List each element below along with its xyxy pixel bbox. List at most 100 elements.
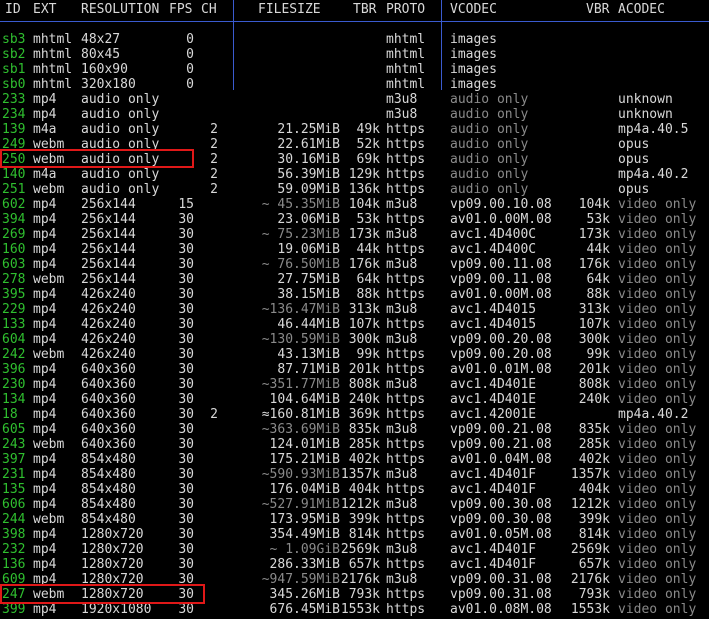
table-header: ID EXT RESOLUTION FPS CH FILESIZE TBR PR…: [0, 2, 709, 17]
table-row: 134 mp4 640x360 30 104.64MiB 240k https avc1.4D…: [0, 392, 709, 407]
cell-acodec: mp4a.40.2: [618, 407, 689, 422]
cell-tbr: 285k: [348, 437, 380, 452]
cell-res: 256x144: [81, 197, 136, 212]
cell-proto: https: [386, 317, 426, 332]
cell-res: 80x45: [81, 47, 121, 62]
table-row: 229 mp4 426x240 30 ~136.47MiB 313k m3u8 avc1.4D…: [0, 302, 709, 317]
cell-res: 640x360: [81, 407, 136, 422]
table-row: 397 mp4 854x480 30 175.21MiB 402k https av01.0.…: [0, 452, 709, 467]
cell-proto: https: [386, 527, 426, 542]
table-row: 243 webm 640x360 30 124.01MiB 285k https vp09.0…: [0, 437, 709, 452]
cell-ch: 2: [210, 152, 218, 167]
cell-proto: https: [386, 437, 426, 452]
cell-fps: 0: [186, 77, 194, 92]
cell-ext: mp4: [33, 332, 57, 347]
cell-proto: https: [386, 407, 426, 422]
header-proto: PROTO: [386, 2, 426, 17]
cell-fps: 30: [178, 482, 194, 497]
cell-vbr: 201k: [578, 362, 610, 377]
cell-id: 396: [2, 362, 26, 377]
cell-tbr: 173k: [348, 227, 380, 242]
cell-size: ~ 75.23MiB: [261, 227, 340, 242]
cell-id: 606: [2, 497, 26, 512]
terminal-window: ID EXT RESOLUTION FPS CH FILESIZE TBR PR…: [0, 0, 709, 619]
cell-vbr: 53k: [586, 212, 610, 227]
cell-vcodec: av01.0.00M.08: [450, 287, 552, 302]
header-ext: EXT: [33, 2, 57, 17]
cell-fps: 30: [178, 332, 194, 347]
cell-ext: mp4: [33, 527, 57, 542]
cell-proto: https: [386, 272, 426, 287]
cell-ext: mp4: [33, 362, 57, 377]
cell-proto: https: [386, 122, 426, 137]
table-row: 606 mp4 854x480 30 ~527.91MiB 1212k m3u8 vp09.0…: [0, 497, 709, 512]
cell-tbr: 369k: [348, 407, 380, 422]
cell-tbr: 402k: [348, 452, 380, 467]
table-row: 160 mp4 256x144 30 19.06MiB 44k https avc1.4D40…: [0, 242, 709, 257]
cell-id: 605: [2, 422, 26, 437]
table-row: 233 mp4 audio only m3u8 audio only unknown: [0, 92, 709, 107]
table-row: 395 mp4 426x240 30 38.15MiB 88k https av01.0.00…: [0, 287, 709, 302]
cell-vbr: 64k: [586, 272, 610, 287]
cell-id: 135: [2, 482, 26, 497]
cell-size: 345.26MiB: [269, 587, 340, 602]
cell-id: sb2: [2, 47, 26, 62]
cell-fps: 30: [178, 467, 194, 482]
cell-tbr: 1357k: [340, 467, 380, 482]
cell-ext: mp4: [33, 542, 57, 557]
table-row: 602 mp4 256x144 15 ~ 45.35MiB 104k m3u8 vp09.00…: [0, 197, 709, 212]
cell-acodec: opus: [618, 137, 650, 152]
cell-res: 854x480: [81, 482, 136, 497]
cell-size: 30.16MiB: [277, 152, 340, 167]
cell-vcodec: audio only: [450, 167, 529, 182]
cell-ext: mp4: [33, 482, 57, 497]
cell-ext: mhtml: [33, 62, 73, 77]
cell-res: 640x360: [81, 392, 136, 407]
cell-res: 1920x1080: [81, 602, 152, 617]
cell-ext: mp4: [33, 107, 57, 122]
cell-acodec: video only: [618, 512, 697, 527]
cell-res: 1280x720: [81, 557, 144, 572]
table-row: 251 webm audio only 2 59.09MiB 136k https audio…: [0, 182, 709, 197]
cell-proto: m3u8: [386, 497, 418, 512]
cell-id: 603: [2, 257, 26, 272]
cell-vbr: 1357k: [570, 467, 610, 482]
cell-tbr: 313k: [348, 302, 380, 317]
cell-acodec: video only: [618, 257, 697, 272]
cell-size: 22.61MiB: [277, 137, 340, 152]
cell-acodec: opus: [618, 182, 650, 197]
cell-res: 854x480: [81, 497, 136, 512]
cell-size: 27.75MiB: [277, 272, 340, 287]
cell-fps: 30: [178, 362, 194, 377]
cell-res: 640x360: [81, 422, 136, 437]
cell-id: 602: [2, 197, 26, 212]
cell-vcodec: audio only: [450, 107, 529, 122]
cell-vcodec: vp09.00.31.08: [450, 572, 552, 587]
cell-id: 136: [2, 557, 26, 572]
cell-size: 286.33MiB: [269, 557, 340, 572]
cell-res: 160x90: [81, 62, 128, 77]
cell-vcodec: vp09.00.21.08: [450, 422, 552, 437]
cell-tbr: 808k: [348, 377, 380, 392]
cell-proto: m3u8: [386, 572, 418, 587]
cell-size: ~527.91MiB: [261, 497, 340, 512]
cell-proto: https: [386, 347, 426, 362]
table-row: 394 mp4 256x144 30 23.06MiB 53k https av01.0.00…: [0, 212, 709, 227]
cell-ext: mp4: [33, 377, 57, 392]
cell-fps: 30: [178, 512, 194, 527]
cell-proto: https: [386, 557, 426, 572]
cell-fps: 30: [178, 317, 194, 332]
cell-vcodec: images: [450, 47, 497, 62]
cell-fps: 30: [178, 452, 194, 467]
cell-proto: mhtml: [386, 62, 426, 77]
separator-vertical: [441, 0, 442, 22]
cell-proto: https: [386, 182, 426, 197]
cell-vbr: 285k: [578, 437, 610, 452]
cell-tbr: 814k: [348, 527, 380, 542]
cell-fps: 30: [178, 602, 194, 617]
cell-size: 21.25MiB: [277, 122, 340, 137]
cell-tbr: 52k: [356, 137, 380, 152]
cell-res: 256x144: [81, 212, 136, 227]
cell-id: 140: [2, 167, 26, 182]
cell-ext: mp4: [33, 257, 57, 272]
